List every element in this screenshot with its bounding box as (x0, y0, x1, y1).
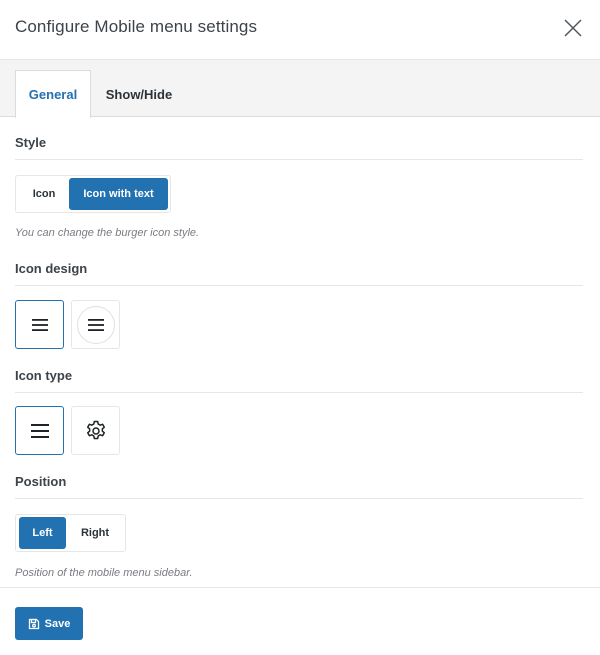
icon-design-label: Icon design (15, 261, 88, 276)
gear-icon (86, 420, 105, 439)
position-divider (15, 498, 583, 499)
icon-design-divider (15, 285, 583, 286)
floppy-disk-icon (28, 618, 39, 629)
hamburger-circle-icon (76, 305, 115, 344)
tab-show-hide[interactable]: Show/Hide (93, 70, 185, 118)
position-button-group: Left Right (15, 514, 126, 552)
position-label: Position (15, 474, 67, 489)
save-button[interactable]: Save (15, 607, 83, 640)
style-option-icon-with-text[interactable]: Icon with text (69, 178, 168, 210)
icon-design-option-plain[interactable] (15, 300, 64, 349)
close-button[interactable] (562, 17, 584, 39)
icon-type-divider (15, 392, 583, 393)
hamburger-icon (30, 423, 49, 438)
tabs-bar: General Show/Hide (0, 60, 600, 118)
footer-divider (0, 587, 600, 588)
modal-title: Configure Mobile menu settings (15, 17, 258, 36)
icon-type-option-hamburger[interactable] (15, 406, 64, 455)
close-x-icon (564, 19, 582, 37)
style-button-group: Icon Icon with text (15, 175, 171, 213)
style-option-icon[interactable]: Icon (19, 178, 69, 210)
icon-design-option-circle[interactable] (71, 300, 120, 349)
style-divider (15, 159, 583, 160)
position-help-text: Position of the mobile menu sidebar. (15, 567, 193, 579)
style-label: Style (15, 135, 47, 150)
tab-general[interactable]: General (15, 70, 91, 118)
position-option-left[interactable]: Left (19, 517, 66, 549)
icon-type-label: Icon type (15, 368, 73, 383)
icon-type-option-gear[interactable] (71, 406, 120, 455)
style-help-text: You can change the burger icon style. (15, 227, 200, 239)
save-button-label: Save (44, 617, 71, 630)
hamburger-icon (31, 318, 48, 331)
modal-header: Configure Mobile menu settings (0, 0, 600, 60)
position-option-right[interactable]: Right (68, 517, 122, 549)
